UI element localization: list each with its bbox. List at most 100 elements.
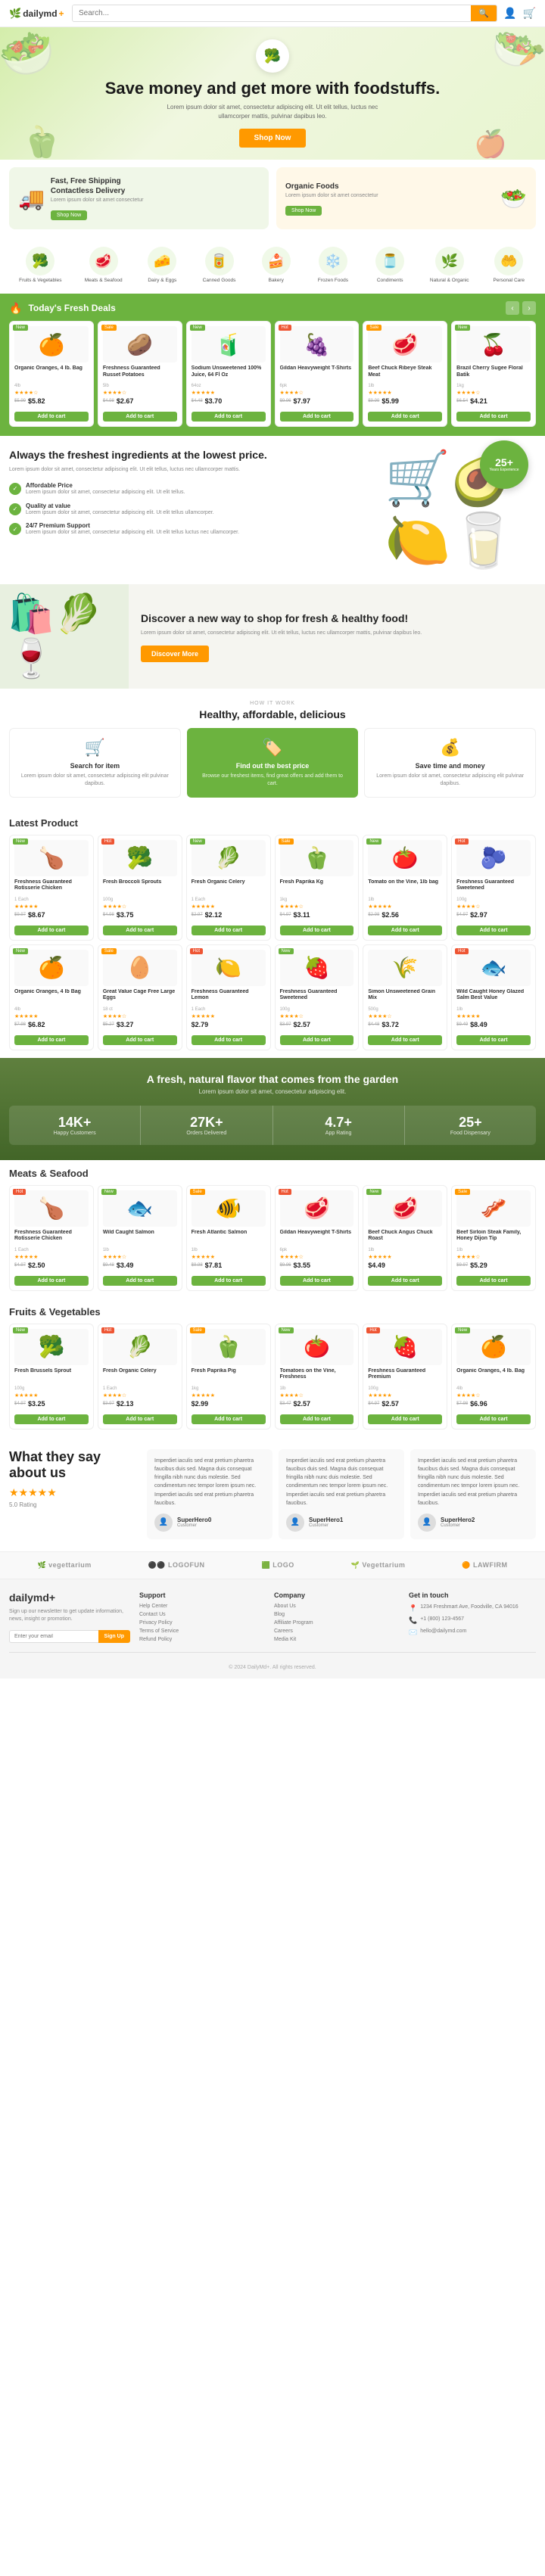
category-item[interactable]: 🥩 Meats & Seafood [81,243,126,288]
new-price: $2.79 [192,1021,209,1028]
add-to-cart-button[interactable]: Add to cart [103,926,177,935]
partner-logo: 🌿 vegettarium [37,1561,91,1570]
deals-prev-btn[interactable]: ‹ [506,301,519,315]
add-to-cart-button[interactable]: Add to cart [368,412,442,422]
feature-item: ✓ Affordable Price Lorem ipsum dolor sit… [9,482,377,496]
add-to-cart-button[interactable]: Add to cart [103,1414,177,1424]
add-to-cart-button[interactable]: Add to cart [192,926,266,935]
add-to-cart-button[interactable]: Add to cart [456,1276,531,1286]
product-name: Gildan Heavyweight T-Shirts [280,366,354,382]
category-item[interactable]: 🥫 Canned Goods [198,243,240,288]
product-name: Great Value Cage Free Large Eggs [103,989,177,1006]
footer-bottom: © 2024 DailyMd+. All rights reserved. [9,1652,536,1672]
footer-link[interactable]: Privacy Policy [139,1620,266,1626]
add-to-cart-button[interactable]: Add to cart [368,926,442,935]
logo[interactable]: 🌿 dailymd + [9,8,66,20]
add-to-cart-button[interactable]: Add to cart [14,412,89,422]
footer-link[interactable]: Media Kit [274,1637,401,1642]
new-price: $2.50 [28,1262,45,1269]
add-to-cart-button[interactable]: Add to cart [14,1035,89,1045]
add-to-cart-button[interactable]: Add to cart [103,412,177,422]
category-item[interactable]: 🍰 Bakery [255,243,297,288]
add-to-cart-button[interactable]: Add to cart [456,412,531,422]
product-weight: 100g [14,1386,89,1391]
add-to-cart-button[interactable]: Add to cart [456,1414,531,1424]
product-name: Freshness Guaranteed Russet Potatoes [103,366,177,382]
product-image: 🥦 [103,840,177,876]
author-role: Customer [441,1523,475,1528]
user-icon[interactable]: 👤 [503,7,516,20]
product-card: Hot 🍇 Gildan Heavyweight T-Shirts 6pk ★★… [275,321,360,427]
add-to-cart-button[interactable]: Add to cart [192,1414,266,1424]
product-name: Tomatoes on the Vine, Freshness [280,1368,354,1385]
product-name: Freshness Guaranteed Rotisserie Chicken [14,1230,89,1246]
footer-col-title: Support [139,1591,266,1599]
search-input[interactable] [73,5,471,21]
category-item[interactable]: ❄️ Frozen Foods [312,243,353,288]
discover-btn[interactable]: Discover More [141,646,209,662]
category-item[interactable]: 🤲 Personal Care [488,243,530,288]
newsletter-btn[interactable]: Sign Up [98,1630,130,1643]
meats-title: Meats & Seafood [9,1168,536,1179]
hero-cta-button[interactable]: Shop Now [239,129,307,148]
product-badge: New [13,838,28,845]
add-to-cart-button[interactable]: Add to cart [368,1414,442,1424]
search-button[interactable]: 🔍 [471,5,497,21]
product-stars: ★★★★☆ [280,1254,354,1260]
category-label: Meats & Seafood [85,278,123,284]
add-to-cart-button[interactable]: Add to cart [280,1276,354,1286]
add-to-cart-button[interactable]: Add to cart [456,926,531,935]
add-to-cart-button[interactable]: Add to cart [368,1035,442,1045]
add-to-cart-button[interactable]: Add to cart [192,412,266,422]
author-role: Customer [177,1523,211,1528]
new-price: $2.13 [117,1400,134,1408]
newsletter-input[interactable] [9,1630,98,1643]
add-to-cart-button[interactable]: Add to cart [14,926,89,935]
deals-next-btn[interactable]: › [522,301,536,315]
shipping-btn[interactable]: Shop Now [51,210,87,220]
contact-text: +1 (800) 123-4567 [420,1616,464,1623]
category-icon: 🥫 [205,247,234,275]
category-item[interactable]: 🫙 Condiments [369,243,411,288]
footer-link[interactable]: Terms of Service [139,1629,266,1634]
product-stars: ★★★★☆ [280,390,354,396]
fresh-deals-header: 🔥 Today's Fresh Deals ‹ › [9,301,536,315]
category-item[interactable]: 🌿 Natural & Organic [426,243,473,288]
footer-link[interactable]: Careers [274,1629,401,1634]
product-image: 🍒 [456,326,531,362]
latest-products-section: Latest Product New 🍗 Freshness Guarantee… [0,810,545,1058]
footer-col-title: Get in touch [409,1591,536,1599]
product-card: New 🍅 Tomato on the Vine, 1lb bag 1lb ★★… [363,835,447,941]
category-item[interactable]: 🧀 Dairy & Eggs [142,243,183,288]
add-to-cart-button[interactable]: Add to cart [280,926,354,935]
category-item[interactable]: 🥦 Fruits & Vegetables [15,243,65,288]
add-to-cart-button[interactable]: Add to cart [192,1035,266,1045]
add-to-cart-button[interactable]: Add to cart [14,1276,89,1286]
cart-icon[interactable]: 🛒 [523,7,536,20]
footer-link[interactable]: About Us [274,1604,401,1609]
new-price: $2.57 [294,1021,311,1028]
add-to-cart-button[interactable]: Add to cart [280,412,354,422]
product-badge: Sale [366,325,382,331]
organic-btn[interactable]: Shop Now [285,206,322,216]
footer-link[interactable]: Help Center [139,1604,266,1609]
add-to-cart-button[interactable]: Add to cart [103,1035,177,1045]
add-to-cart-button[interactable]: Add to cart [280,1414,354,1424]
meats-section: Meats & Seafood Hot 🍗 Freshness Guarante… [0,1160,545,1299]
add-to-cart-button[interactable]: Add to cart [103,1276,177,1286]
footer-link[interactable]: Affiliate Program [274,1620,401,1626]
add-to-cart-button[interactable]: Add to cart [192,1276,266,1286]
add-to-cart-button[interactable]: Add to cart [368,1276,442,1286]
add-to-cart-button[interactable]: Add to cart [456,1035,531,1045]
add-to-cart-button[interactable]: Add to cart [280,1035,354,1045]
how-breadcrumb: HOW IT WORK [9,701,536,706]
footer-link[interactable]: Blog [274,1612,401,1617]
stat-item: 27K+ Orders Delivered [141,1106,272,1145]
footer-link[interactable]: Contact Us [139,1612,266,1617]
product-image: 🥦 [14,1329,89,1365]
add-to-cart-button[interactable]: Add to cart [14,1414,89,1424]
author-name: SuperHero1 [309,1517,343,1523]
product-weight: 1lb [456,1248,531,1252]
footer-link[interactable]: Refund Policy [139,1637,266,1642]
product-name: Fresh Broccoli Sprouts [103,879,177,896]
